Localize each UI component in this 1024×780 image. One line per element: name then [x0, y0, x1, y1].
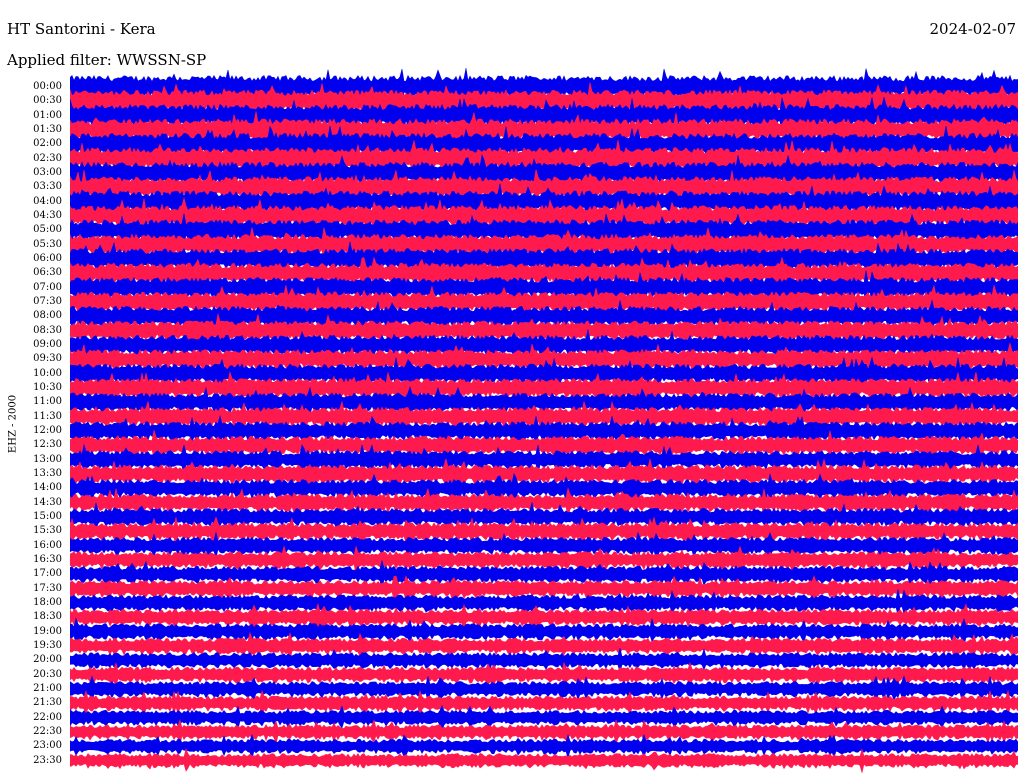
time-label: 01:00	[33, 109, 62, 121]
time-label: 23:00	[33, 740, 62, 752]
time-label: 13:00	[33, 453, 62, 465]
record-date: 2024-02-07	[929, 20, 1016, 38]
time-label: 12:00	[33, 424, 62, 436]
time-label: 21:00	[33, 682, 62, 694]
time-label: 00:30	[33, 95, 62, 107]
helicorder-plot	[70, 68, 1018, 774]
time-label: 23:30	[33, 754, 62, 766]
time-label: 19:00	[33, 625, 62, 637]
time-label: 16:30	[33, 553, 62, 565]
time-label: 15:30	[33, 525, 62, 537]
time-label: 07:00	[33, 281, 62, 293]
time-label: 04:30	[33, 209, 62, 221]
time-label: 15:00	[33, 510, 62, 522]
time-label: 02:00	[33, 138, 62, 150]
time-label: 22:30	[33, 725, 62, 737]
time-axis: 00:00 00:30 01:00 01:30 02:00 02:30 03:00 03:30…	[0, 0, 62, 780]
time-label: 02:30	[33, 152, 62, 164]
time-label: 22:00	[33, 711, 62, 723]
time-label: 08:30	[33, 324, 62, 336]
time-label: 10:30	[33, 381, 62, 393]
time-label: 11:00	[33, 396, 62, 408]
time-label: 21:30	[33, 697, 62, 709]
time-label: 14:30	[33, 496, 62, 508]
time-label: 04:00	[33, 195, 62, 207]
time-label: 18:30	[33, 611, 62, 623]
time-label: 06:00	[33, 252, 62, 264]
time-label: 01:30	[33, 123, 62, 135]
time-label: 07:30	[33, 295, 62, 307]
time-label: 05:00	[33, 224, 62, 236]
time-label: 00:00	[33, 81, 62, 92]
time-label: 13:30	[33, 467, 62, 479]
time-label: 03:00	[33, 166, 62, 178]
time-label: 20:30	[33, 668, 62, 680]
time-label: 18:00	[33, 596, 62, 608]
time-label: 11:30	[33, 410, 62, 422]
time-label: 09:30	[33, 353, 62, 365]
time-label: 17:30	[33, 582, 62, 594]
time-label: 17:00	[33, 568, 62, 580]
time-label: 19:30	[33, 639, 62, 651]
time-label: 09:00	[33, 338, 62, 350]
time-label: 14:00	[33, 482, 62, 494]
time-label: 06:30	[33, 267, 62, 279]
time-label: 16:00	[33, 539, 62, 551]
time-label: 10:00	[33, 367, 62, 379]
time-label: 08:00	[33, 310, 62, 322]
time-label: 20:00	[33, 654, 62, 666]
time-label: 03:30	[33, 181, 62, 193]
time-label: 12:30	[33, 439, 62, 451]
time-label: 05:30	[33, 238, 62, 250]
